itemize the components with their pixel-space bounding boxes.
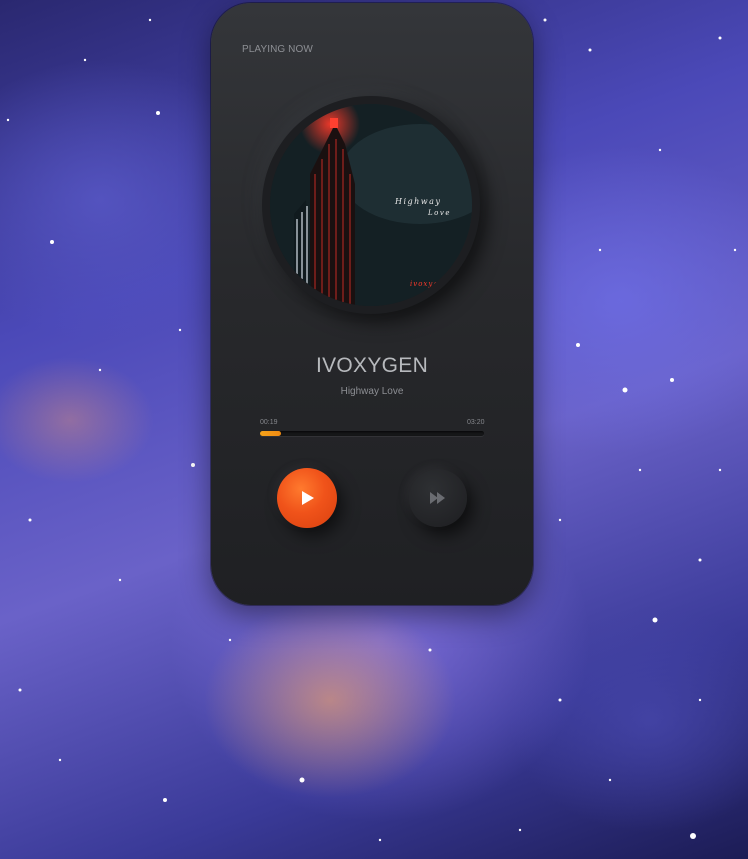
music-player-card: PLAYING NOW Highway Love ivoxyg IVOXYGEN… — [211, 3, 533, 605]
album-cover: Highway Love ivoxyg — [270, 104, 472, 306]
playing-now-label: PLAYING NOW — [242, 44, 313, 55]
album-cover-art: Highway Love ivoxyg — [270, 104, 472, 306]
progress-bar-fill — [260, 431, 282, 436]
artist-name: IVOXYGEN — [315, 354, 429, 377]
play-button[interactable] — [277, 468, 337, 528]
song-title: Highway Love — [340, 386, 404, 397]
progress-bar[interactable] — [260, 431, 484, 436]
cover-title-line2: Love — [427, 209, 451, 217]
total-duration: 03:20 — [467, 419, 485, 426]
current-time: 00:19 — [260, 419, 278, 426]
cover-artist-tag: ivoxyg — [410, 280, 439, 288]
cover-title-line1: Highway — [394, 197, 441, 206]
next-track-button[interactable] — [409, 469, 467, 527]
album-cover-ring: Highway Love ivoxyg — [262, 96, 480, 314]
play-icon — [302, 491, 314, 505]
fast-forward-icon — [430, 492, 445, 504]
